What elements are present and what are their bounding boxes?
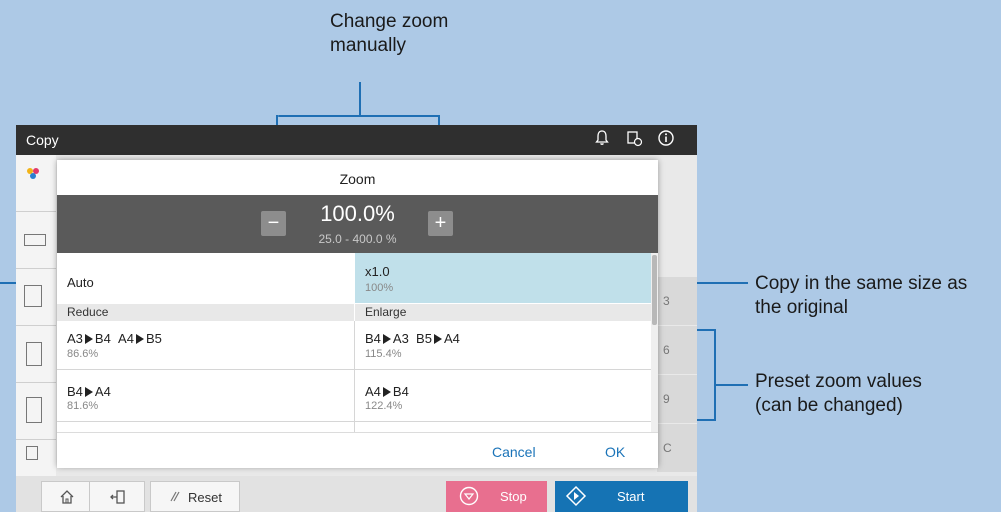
side-item <box>16 155 56 212</box>
side-item <box>16 212 56 269</box>
zoom-range: 25.0 - 400.0 % <box>318 232 397 246</box>
start-label: Start <box>617 489 645 504</box>
callout-line <box>278 115 440 117</box>
zoom-value: 100.0% <box>320 201 395 226</box>
stop-button[interactable]: Stop <box>446 481 547 512</box>
duplex-icon <box>26 446 38 460</box>
arrow-right-icon <box>84 387 93 397</box>
zoom-plus-button[interactable]: + <box>428 211 453 236</box>
background-key: 3 <box>657 277 697 325</box>
callout-same-size-line1: Copy in the same size as <box>755 273 968 294</box>
preset-option[interactable]: B4 A3 B5 A4 115.4% <box>355 321 651 370</box>
same-size-option[interactable]: x1.0 100% <box>355 253 651 303</box>
preset-option[interactable]: B4 A4 81.6% <box>57 370 355 422</box>
background-key: C <box>657 424 697 472</box>
device-info-icon[interactable] <box>622 129 646 151</box>
preset-value: 86.6% <box>67 348 99 360</box>
callout-line <box>716 384 748 386</box>
preset-value: 122.4% <box>365 400 403 412</box>
reset-button[interactable]: Reset <box>150 481 240 512</box>
callout-line <box>714 329 716 421</box>
arrow-right-icon <box>135 334 144 344</box>
ok-button[interactable]: OK <box>605 444 625 460</box>
home-icon <box>59 489 75 508</box>
background-key: 6 <box>657 326 697 374</box>
callout-line <box>359 82 361 116</box>
arrow-right-icon <box>84 334 93 344</box>
side-item <box>16 326 56 383</box>
reduce-header: Reduce <box>57 304 354 321</box>
plus-icon: + <box>434 212 447 234</box>
reset-icon <box>169 489 181 506</box>
booklet-icon <box>26 397 42 423</box>
paper-tray-icon <box>24 234 46 246</box>
enlarge-header: Enlarge <box>355 304 651 321</box>
preset-option[interactable]: A4 B4 122.4% <box>355 370 651 422</box>
side-item <box>16 269 56 326</box>
callout-preset: Preset zoom values (can be changed) <box>755 370 922 418</box>
auto-option[interactable]: Auto <box>57 253 355 303</box>
scrollbar-track[interactable] <box>651 253 658 432</box>
arrow-right-icon <box>433 334 442 344</box>
callout-change-zoom: Change zoom manually <box>330 10 448 58</box>
preset-label: A4 B4 <box>365 384 409 399</box>
logout-icon <box>109 488 127 509</box>
preset-option[interactable]: A3 B4 A4 B5 86.6% <box>57 321 355 370</box>
bell-icon[interactable] <box>590 129 614 151</box>
list-item <box>57 422 651 432</box>
side-item <box>16 440 56 477</box>
zoom-dialog: Zoom − 100.0% 25.0 - 400.0 % + Auto x1.0… <box>57 160 658 468</box>
callout-preset-line2: (can be changed) <box>755 395 903 416</box>
image-icon <box>24 285 42 307</box>
callout-change-zoom-line2: manually <box>330 35 407 56</box>
auto-label: Auto <box>67 275 94 290</box>
info-icon[interactable] <box>654 129 678 151</box>
callout-same-size-line2: the original <box>755 297 848 318</box>
dialog-footer: Cancel OK <box>57 432 658 468</box>
arrow-right-icon <box>382 387 391 397</box>
preset-label: A3 B4 A4 B5 <box>67 331 162 346</box>
preset-label: B4 A3 B5 A4 <box>365 331 460 346</box>
dialog-title: Zoom <box>339 171 376 187</box>
start-icon <box>565 485 587 510</box>
preset-value: 115.4% <box>365 348 402 360</box>
cancel-button[interactable]: Cancel <box>492 444 536 460</box>
arrow-right-icon <box>382 334 391 344</box>
app-title: Copy <box>26 132 59 148</box>
stop-label: Stop <box>500 489 527 504</box>
home-button[interactable] <box>41 481 91 512</box>
preset-label: B4 A4 <box>67 384 111 399</box>
callout-change-zoom-line1: Change zoom <box>330 11 449 32</box>
callout-same-size: Copy in the same size as the original <box>755 272 967 320</box>
bottom-bar: Reset Stop Start <box>16 476 697 512</box>
background-key: 9 <box>657 375 697 423</box>
page-icon <box>26 342 42 366</box>
side-item <box>16 383 56 440</box>
start-button[interactable]: Start <box>555 481 688 512</box>
callout-preset-line1: Preset zoom values <box>755 371 922 392</box>
zoom-bar: − 100.0% 25.0 - 400.0 % + <box>57 195 658 253</box>
scrollbar-thumb[interactable] <box>652 255 657 325</box>
stop-icon <box>459 486 479 509</box>
same-size-value: 100% <box>365 282 394 294</box>
preset-value: 81.6% <box>67 400 99 412</box>
reset-label: Reset <box>188 490 222 505</box>
color-icon <box>26 167 39 179</box>
top-bar: Copy <box>16 125 697 155</box>
same-size-label: x1.0 <box>365 264 390 279</box>
access-button[interactable] <box>89 481 145 512</box>
